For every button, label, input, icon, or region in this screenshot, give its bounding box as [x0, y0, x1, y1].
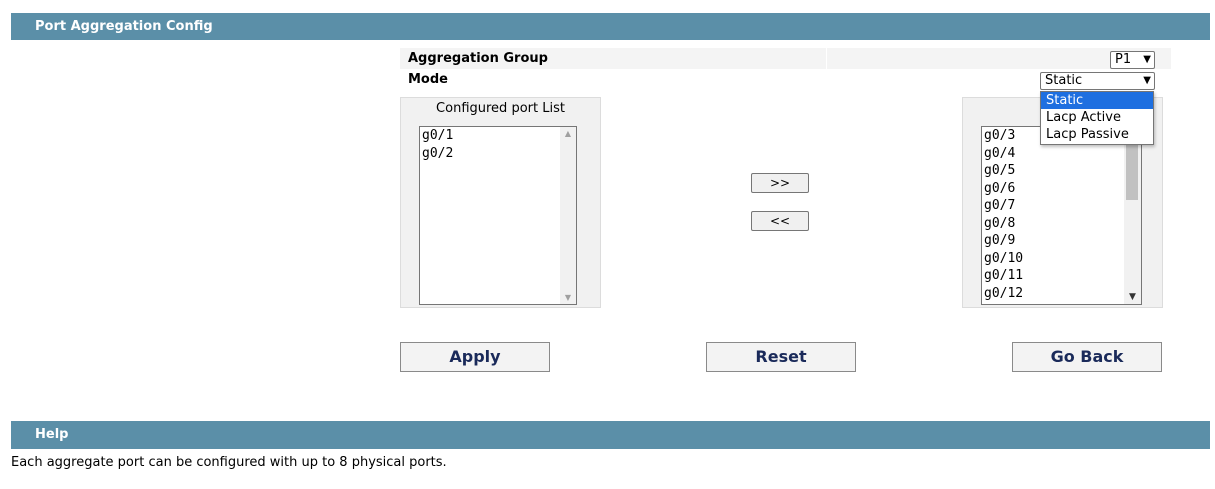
- mode-dropdown-menu: Static Lacp Active Lacp Passive: [1040, 91, 1154, 145]
- list-item[interactable]: g0/2: [422, 145, 576, 163]
- triangle-down-icon[interactable]: ▼: [560, 293, 576, 302]
- row-divider: [826, 48, 827, 69]
- help-text: Each aggregate port can be configured wi…: [11, 455, 447, 470]
- triangle-up-icon[interactable]: ▲: [560, 127, 576, 141]
- list-item[interactable]: g0/1: [422, 127, 576, 145]
- add-port-button[interactable]: >>: [751, 173, 809, 193]
- chevron-down-icon: ▼: [1143, 54, 1151, 65]
- triangle-down-icon[interactable]: ▼: [1124, 292, 1141, 302]
- configured-port-listbox[interactable]: g0/1 g0/2: [419, 126, 577, 305]
- list-item[interactable]: g0/5: [984, 162, 1141, 180]
- scrollbar-thumb[interactable]: [1126, 143, 1138, 200]
- list-item[interactable]: g0/8: [984, 215, 1141, 233]
- list-item[interactable]: g0/9: [984, 232, 1141, 250]
- mode-value: Static: [1045, 73, 1083, 88]
- help-section-title: Help: [35, 427, 69, 442]
- mode-option[interactable]: Static: [1041, 92, 1153, 109]
- chevron-down-icon: ▼: [1143, 75, 1151, 86]
- config-section-title: Port Aggregation Config: [35, 19, 213, 34]
- available-list-scrollbar[interactable]: ▼: [1124, 127, 1141, 304]
- help-section-header: Help: [11, 421, 1210, 449]
- list-item[interactable]: g0/7: [984, 197, 1141, 215]
- mode-select[interactable]: Static ▼: [1040, 72, 1155, 90]
- apply-button[interactable]: Apply: [400, 342, 550, 372]
- aggregation-group-value: P1: [1115, 52, 1132, 67]
- available-port-listbox[interactable]: g0/3 g0/4 g0/5 g0/6 g0/7 g0/8 g0/9 g0/10 g0/11 g0…: [981, 126, 1142, 305]
- list-item[interactable]: g0/10: [984, 250, 1141, 268]
- mode-option[interactable]: Lacp Passive: [1041, 126, 1153, 143]
- mode-label: Mode: [408, 72, 448, 87]
- list-item[interactable]: g0/12: [984, 285, 1141, 303]
- aggregation-group-select[interactable]: P1 ▼: [1110, 51, 1155, 69]
- list-item[interactable]: g0/6: [984, 180, 1141, 198]
- list-item[interactable]: g0/11: [984, 267, 1141, 285]
- mode-option[interactable]: Lacp Active: [1041, 109, 1153, 126]
- list-item[interactable]: g0/4: [984, 145, 1141, 163]
- go-back-button[interactable]: Go Back: [1012, 342, 1162, 372]
- configured-list-scrollbar[interactable]: ▲ ▼: [560, 127, 576, 304]
- remove-port-button[interactable]: <<: [751, 211, 809, 231]
- aggregation-group-label: Aggregation Group: [408, 51, 548, 66]
- configured-port-title: Configured port List: [401, 98, 600, 120]
- reset-button[interactable]: Reset: [706, 342, 856, 372]
- config-section-header: Port Aggregation Config: [11, 13, 1210, 40]
